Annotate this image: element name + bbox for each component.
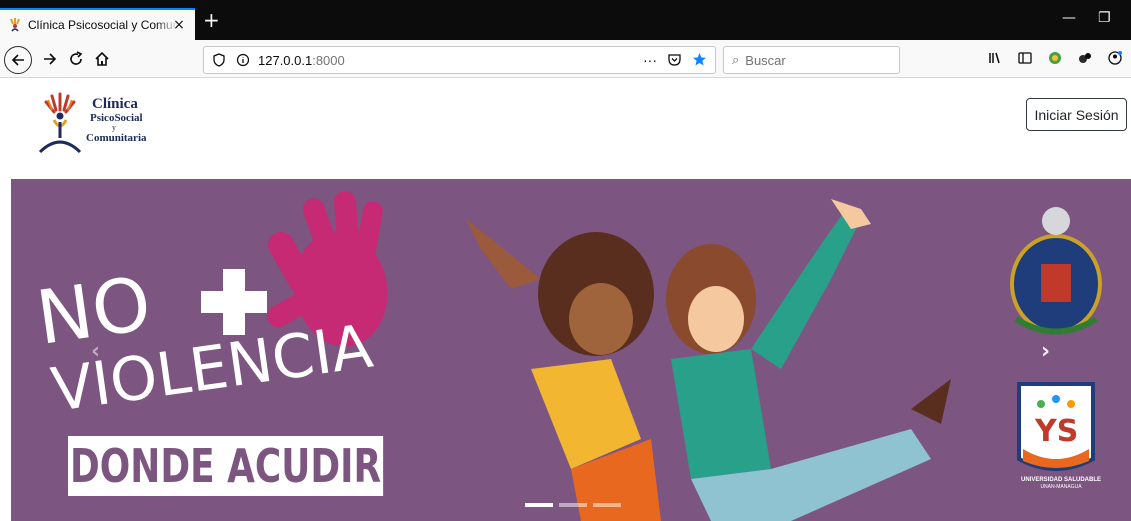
back-arrow-icon: [11, 54, 24, 66]
univ-sublabel: UNAN-MANAGUA: [1040, 484, 1082, 491]
toolbar-icons: [987, 50, 1123, 66]
url-actions: ···: [643, 52, 707, 68]
universidad-saludable-label: UNIVERSIDAD SALUDABLE UNAN-MANAGUA: [1011, 477, 1111, 490]
donde-acudir-button[interactable]: DONDE ACUDIR: [68, 436, 384, 496]
tab-close-icon[interactable]: ×: [171, 17, 187, 33]
bookmark-star-icon[interactable]: [692, 52, 707, 67]
url-host: 127.0.0.1: [258, 52, 313, 68]
svg-text:YS: YS: [1034, 414, 1078, 449]
new-tab-button[interactable]: +: [203, 10, 220, 30]
carousel-indicators: [525, 503, 621, 507]
home-button[interactable]: [90, 47, 114, 71]
women-illustration: [466, 199, 951, 521]
pocket-icon[interactable]: [667, 52, 682, 67]
library-icon[interactable]: [987, 50, 1003, 66]
url-bar[interactable]: 127.0.0.1:8000 ···: [203, 46, 716, 74]
clinic-logo-text: Clínica PsicoSocial y Comunitaria: [86, 96, 147, 144]
carousel-indicator[interactable]: [525, 503, 553, 507]
logo-line-1: Clínica: [92, 96, 138, 112]
univ-label: UNIVERSIDAD SALUDABLE: [1020, 477, 1101, 483]
browser-tabstrip: Clínica Psicosocial y Comunitaria × + — …: [0, 0, 1131, 40]
minimize-icon[interactable]: —: [1062, 10, 1076, 26]
extension-icon[interactable]: [1077, 50, 1093, 66]
extension-globe-icon[interactable]: [1047, 50, 1063, 66]
url-port: :8000: [312, 52, 345, 68]
tab-title: Clínica Psicosocial y Comunitaria: [28, 18, 178, 32]
universidad-saludable-icon: YS: [1017, 382, 1095, 471]
unan-crest-icon: [1010, 207, 1102, 335]
search-placeholder: Buscar: [745, 52, 786, 68]
search-input[interactable]: ⌕ Buscar: [723, 46, 900, 74]
login-button[interactable]: Iniciar Sesión: [1026, 98, 1127, 131]
forward-button[interactable]: [38, 47, 62, 71]
logo-line-4: Comunitaria: [86, 131, 147, 144]
sidebar-icon[interactable]: [1017, 50, 1033, 66]
carousel-next-button[interactable]: ›: [1041, 339, 1050, 364]
account-icon[interactable]: [1107, 50, 1123, 66]
back-button[interactable]: [4, 46, 32, 74]
hero-carousel[interactable]: NO VIOLENCIA YS DONDE ACUDIR UNIVERSIDAD…: [11, 179, 1131, 521]
browser-toolbar: 127.0.0.1:8000 ··· ⌕ Buscar: [0, 40, 1131, 78]
reload-icon: [70, 51, 83, 65]
site-info-icon[interactable]: [236, 53, 250, 67]
site-favicon-icon: [10, 18, 20, 32]
carousel-prev-button[interactable]: ‹: [91, 339, 100, 364]
page-actions-icon[interactable]: ···: [643, 52, 657, 68]
browser-tab[interactable]: Clínica Psicosocial y Comunitaria ×: [0, 8, 195, 40]
carousel-indicator[interactable]: [593, 503, 621, 507]
reload-button[interactable]: [64, 47, 88, 71]
logo-line-2: PsicoSocial: [90, 111, 143, 124]
tracking-shield-icon[interactable]: [212, 53, 226, 67]
restore-icon[interactable]: ❐: [1098, 10, 1111, 26]
forward-arrow-icon: [44, 53, 57, 65]
web-page: Clínica PsicoSocial y Comunitaria Inicia…: [0, 79, 1131, 521]
carousel-indicator[interactable]: [559, 503, 587, 507]
search-icon: ⌕: [732, 52, 740, 67]
plus-sign-icon: [201, 269, 267, 335]
home-icon: [95, 51, 109, 66]
